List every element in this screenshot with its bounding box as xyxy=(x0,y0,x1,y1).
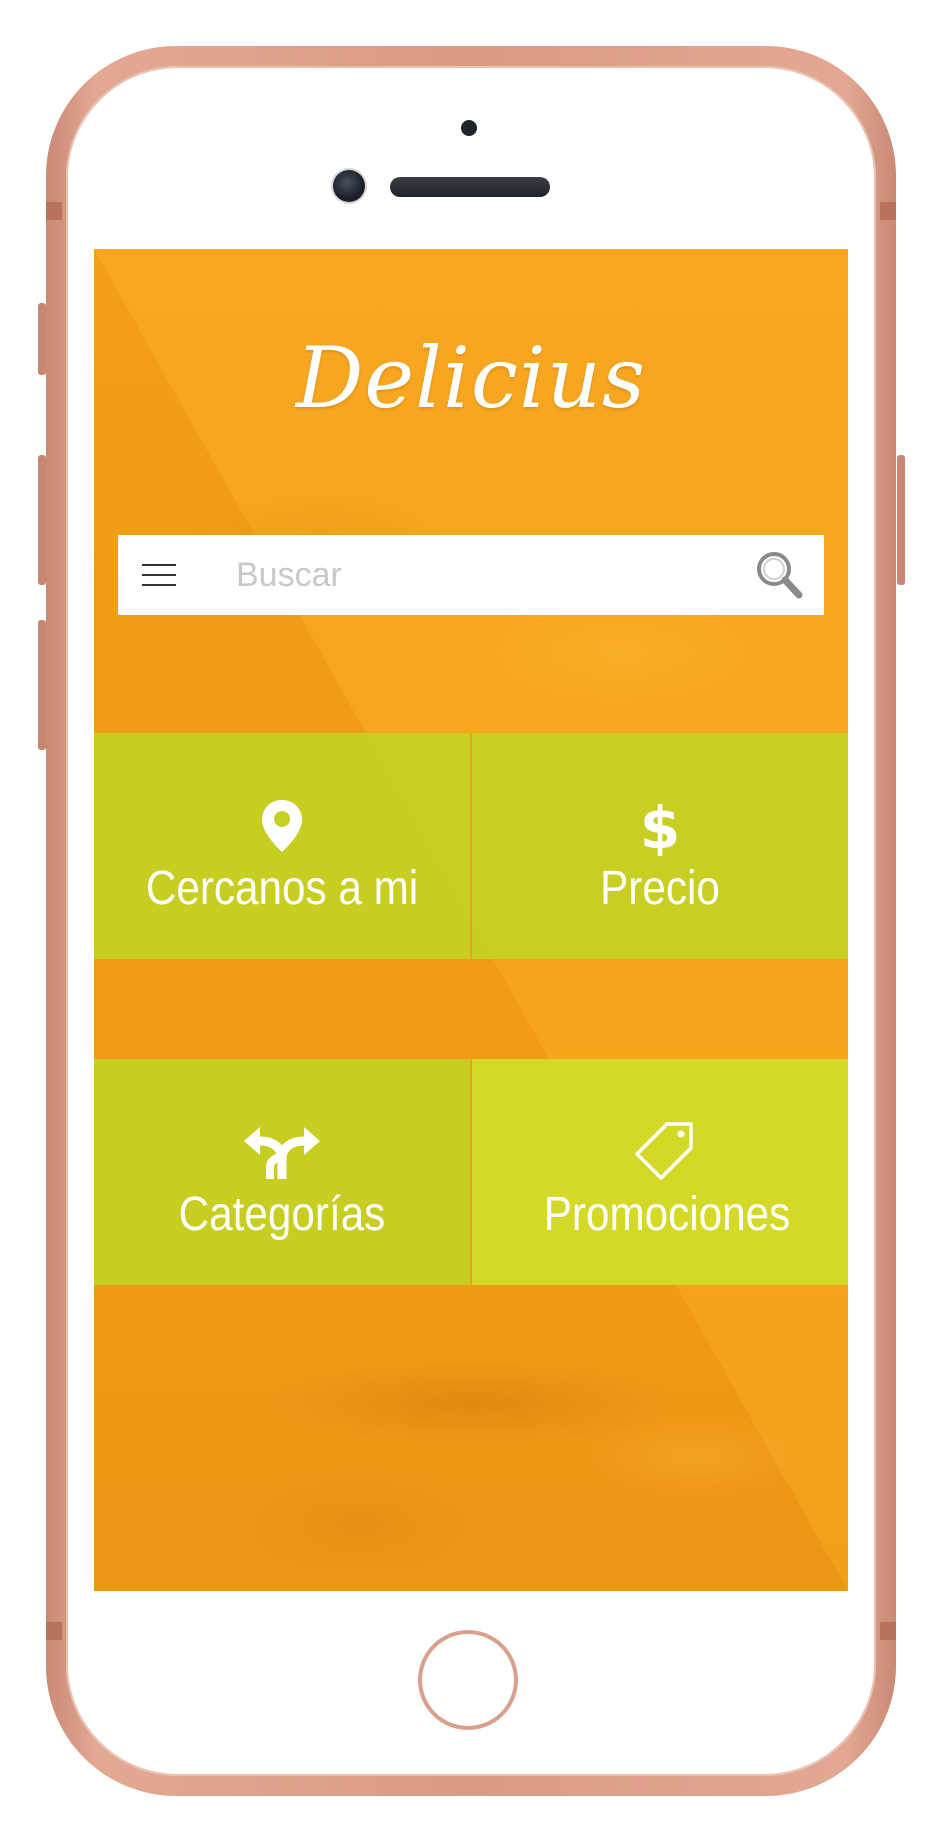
fork-arrows-icon xyxy=(94,1121,470,1183)
app-screen: Delicius Cercanos a mi xyxy=(94,249,848,1591)
tile-promotions[interactable]: Promociones xyxy=(472,1059,848,1285)
dollar-icon: $ xyxy=(472,795,848,857)
earpiece-speaker xyxy=(390,177,550,197)
power-button xyxy=(897,455,905,585)
location-pin-icon xyxy=(94,795,470,857)
tile-nearby[interactable]: Cercanos a mi xyxy=(94,733,470,959)
antenna-band xyxy=(880,1622,896,1640)
search-input[interactable] xyxy=(236,549,716,601)
tile-label: Cercanos a mi xyxy=(145,862,419,915)
front-camera xyxy=(333,170,365,202)
antenna-band xyxy=(46,202,62,220)
proximity-sensor xyxy=(461,120,477,136)
search-bar xyxy=(118,535,824,615)
price-tag-icon xyxy=(482,1121,848,1183)
home-button[interactable] xyxy=(418,1630,518,1730)
volume-up-button xyxy=(38,455,46,585)
tile-price[interactable]: $ Precio xyxy=(472,733,848,959)
volume-down-button xyxy=(38,620,46,750)
tile-divider xyxy=(470,733,472,959)
tile-label: Promociones xyxy=(543,1188,791,1241)
antenna-band xyxy=(46,1622,62,1640)
tile-categories[interactable]: Categorías xyxy=(94,1059,470,1285)
tile-label: Categorías xyxy=(178,1188,386,1241)
search-icon[interactable] xyxy=(754,549,804,601)
tile-label: Precio xyxy=(600,862,720,915)
antenna-band xyxy=(880,202,896,220)
app-logo: Delicius xyxy=(296,329,646,427)
hamburger-menu-icon[interactable] xyxy=(142,561,176,589)
device-mockup: Delicius Cercanos a mi xyxy=(0,0,943,1845)
svg-text:$: $ xyxy=(640,796,680,856)
tile-divider xyxy=(470,1059,472,1285)
mute-switch xyxy=(38,303,46,375)
